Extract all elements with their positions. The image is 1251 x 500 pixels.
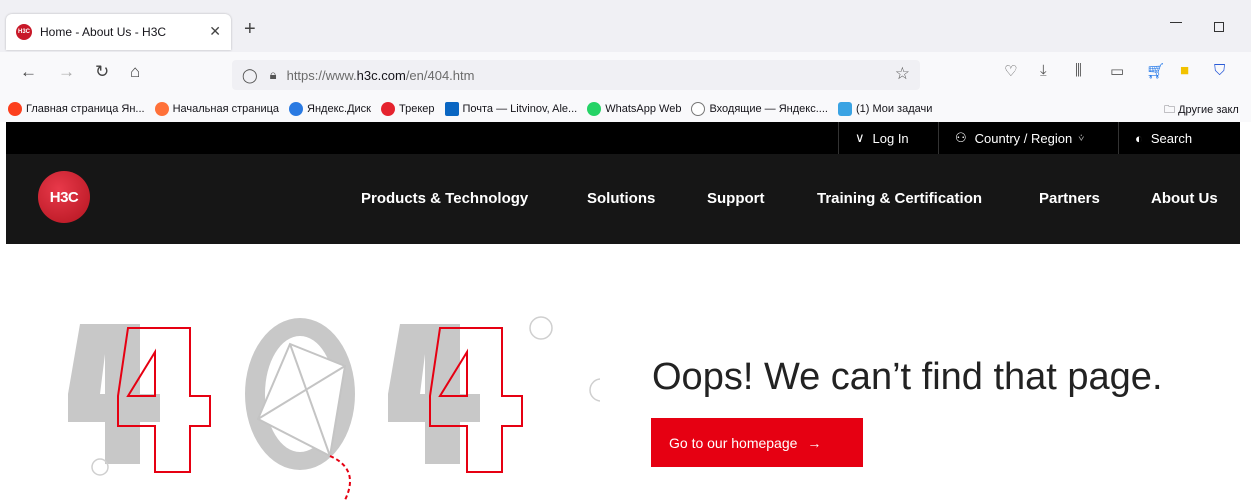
reload-icon[interactable]: ↻	[95, 62, 109, 82]
h3c-favicon-icon: H3C	[16, 24, 32, 40]
library-icon[interactable]: ⫼	[1075, 62, 1082, 79]
restore-window-icon[interactable]	[1214, 22, 1224, 32]
browser-tabbar: H3C Home - About Us - H3C ✕ +	[0, 0, 1251, 52]
yandex-disk-icon	[289, 102, 304, 116]
folder-icon: 🗀︎	[1164, 104, 1179, 116]
user-icon: ⚇	[955, 130, 967, 145]
go-homepage-button[interactable]: Go to our homepage →	[651, 418, 863, 467]
digit-four-left	[68, 324, 211, 473]
bookmark-item[interactable]: WhatsApp Web	[587, 102, 681, 116]
arrow-right-icon: →	[807, 434, 822, 451]
forward-icon[interactable]: →	[58, 62, 75, 82]
bookmark-item[interactable]: Трекер	[380, 102, 435, 116]
browser-tab[interactable]: H3C Home - About Us - H3C ✕	[6, 14, 231, 50]
browser-toolbar: ← → ↻ ⌂ ◯ 🔒︎ https://www.h3c.com/en/404.…	[0, 52, 1251, 96]
site-topbar: ∨ Log In ⚇ Country / Region ⩒ ◐ Search	[6, 122, 1240, 154]
tab-title: Home - About Us - H3C	[40, 25, 167, 39]
decor-circle	[589, 378, 600, 402]
bookmark-item[interactable]: (1) Мои задачи	[837, 102, 932, 116]
address-bar[interactable]: ◯ 🔒︎ https://www.h3c.com/en/404.htm ☆	[232, 60, 920, 90]
bookmark-item[interactable]: Яндекс.Диск	[289, 102, 371, 116]
decor-circle	[529, 316, 553, 340]
bookmark-star-icon[interactable]: ☆	[895, 64, 910, 84]
download-icon[interactable]: ⤓	[1040, 62, 1047, 79]
shield-extension-icon[interactable]: ⛉	[1214, 62, 1225, 79]
search-link[interactable]: ◐ Search	[1118, 122, 1208, 154]
whatsapp-icon	[587, 102, 602, 116]
digit-four-right	[388, 324, 523, 473]
tasks-icon	[837, 102, 852, 116]
globe-icon	[691, 102, 706, 116]
globe-search-icon: ◐	[1135, 130, 1143, 146]
menu-partners[interactable]: Partners	[1039, 190, 1100, 207]
kite-icon	[245, 318, 355, 500]
h3c-logo[interactable]: H3C	[38, 171, 90, 223]
menu-about[interactable]: About Us	[1151, 190, 1218, 207]
site-header: H3C Products & Technology Solutions Supp…	[6, 154, 1240, 244]
other-bookmarks[interactable]: 🗀︎ Другие закл	[1164, 101, 1239, 120]
chevron-down-icon: ∨	[855, 130, 865, 145]
login-link[interactable]: ∨ Log In	[838, 122, 925, 154]
menu-support[interactable]: Support	[707, 190, 765, 207]
yandex-icon	[8, 102, 22, 116]
home-icon[interactable]: ⌂	[130, 62, 140, 82]
bookmarks-bar: Главная страница Ян... Начальная страниц…	[0, 96, 1251, 122]
chevron-up-icon: ⩒	[1078, 132, 1085, 144]
sidebar-icon[interactable]: ▭	[1110, 62, 1124, 80]
error-404-illustration	[68, 316, 600, 500]
tracker-icon	[380, 102, 395, 116]
bookmark-item[interactable]: Почта — Litvinov, Ale...	[444, 102, 577, 116]
url-text[interactable]: https://www.h3c.com/en/404.htm	[287, 68, 475, 83]
pocket-icon[interactable]: ♡	[1004, 62, 1017, 80]
bookmark-item[interactable]: Главная страница Ян...	[8, 102, 145, 116]
menu-training[interactable]: Training & Certification	[817, 190, 982, 207]
close-icon[interactable]: ✕	[209, 23, 221, 40]
bookmark-item[interactable]: Начальная страница	[154, 102, 279, 116]
firefox-icon	[154, 102, 169, 116]
error-headline: Oops! We can’t find that page.	[652, 356, 1163, 398]
menu-products[interactable]: Products & Technology	[361, 190, 528, 207]
menu-solutions[interactable]: Solutions	[587, 190, 655, 207]
cart-extension-icon[interactable]: 🛒︎	[1146, 62, 1165, 80]
region-selector[interactable]: ⚇ Country / Region ⩒	[938, 122, 1100, 154]
tracking-shield-icon[interactable]: ◯	[242, 67, 258, 84]
new-tab-icon[interactable]: +	[244, 18, 256, 41]
outlook-icon	[444, 102, 459, 116]
bookmark-extension-icon[interactable]: ■	[1180, 62, 1189, 79]
minimize-icon[interactable]	[1170, 22, 1182, 23]
decor-circle	[91, 458, 109, 476]
back-icon[interactable]: ←	[20, 62, 37, 82]
bookmark-item[interactable]: Входящие — Яндекс....	[691, 102, 828, 116]
lock-icon[interactable]: 🔒︎	[270, 67, 277, 83]
